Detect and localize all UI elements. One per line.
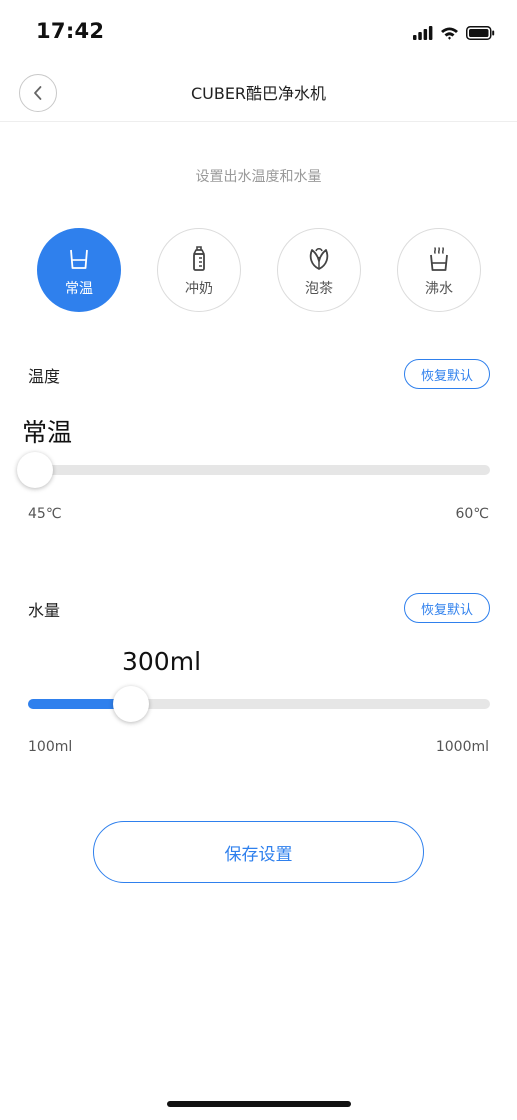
water-volume-label: 水量	[28, 601, 61, 620]
temperature-value: 常温	[22, 418, 73, 447]
cup-icon	[70, 249, 88, 269]
water-volume-reset-button[interactable]: 恢复默认	[404, 593, 490, 623]
mode-button-tea[interactable]: 泡茶	[277, 228, 361, 312]
temperature-slider-track[interactable]	[28, 465, 490, 475]
mode-label: 泡茶	[305, 280, 333, 297]
status-icons	[413, 22, 495, 44]
water-volume-slider-track[interactable]	[28, 699, 490, 709]
save-settings-button[interactable]: 保存设置	[93, 821, 424, 883]
mode-label: 常温	[65, 280, 93, 297]
temperature-reset-button[interactable]: 恢复默认	[404, 359, 490, 389]
mode-button-boiling[interactable]: 沸水	[397, 228, 481, 312]
tea-leaf-icon	[309, 247, 329, 270]
mode-button-formula[interactable]: 冲奶	[157, 228, 241, 312]
status-bar: 17:42	[0, 0, 517, 64]
page-title: CUBER酷巴净水机	[190, 84, 327, 103]
wifi-icon	[441, 27, 458, 40]
temperature-min-label: 45℃	[28, 506, 62, 522]
mode-label: 冲奶	[185, 280, 213, 297]
temperature-label: 温度	[28, 367, 61, 386]
mode-label: 沸水	[425, 280, 453, 297]
water-volume-min-label: 100ml	[28, 739, 73, 755]
temperature-slider-thumb[interactable]	[17, 452, 53, 488]
boiling-water-icon	[430, 246, 448, 271]
water-volume-value: 300ml	[122, 647, 202, 676]
status-time: 17:42	[36, 19, 105, 43]
signal-icon	[413, 26, 433, 40]
water-volume-slider-thumb[interactable]	[112, 686, 149, 722]
home-indicator	[167, 1101, 351, 1107]
battery-icon	[466, 26, 495, 40]
water-volume-max-label: 1000ml	[435, 739, 489, 755]
nav-bar: CUBER酷巴净水机	[0, 64, 517, 122]
baby-bottle-icon	[193, 245, 205, 271]
temperature-max-label: 60℃	[455, 506, 489, 522]
mode-button-room-temp[interactable]: 常温	[37, 228, 121, 312]
subtitle: 设置出水温度和水量	[195, 169, 322, 185]
